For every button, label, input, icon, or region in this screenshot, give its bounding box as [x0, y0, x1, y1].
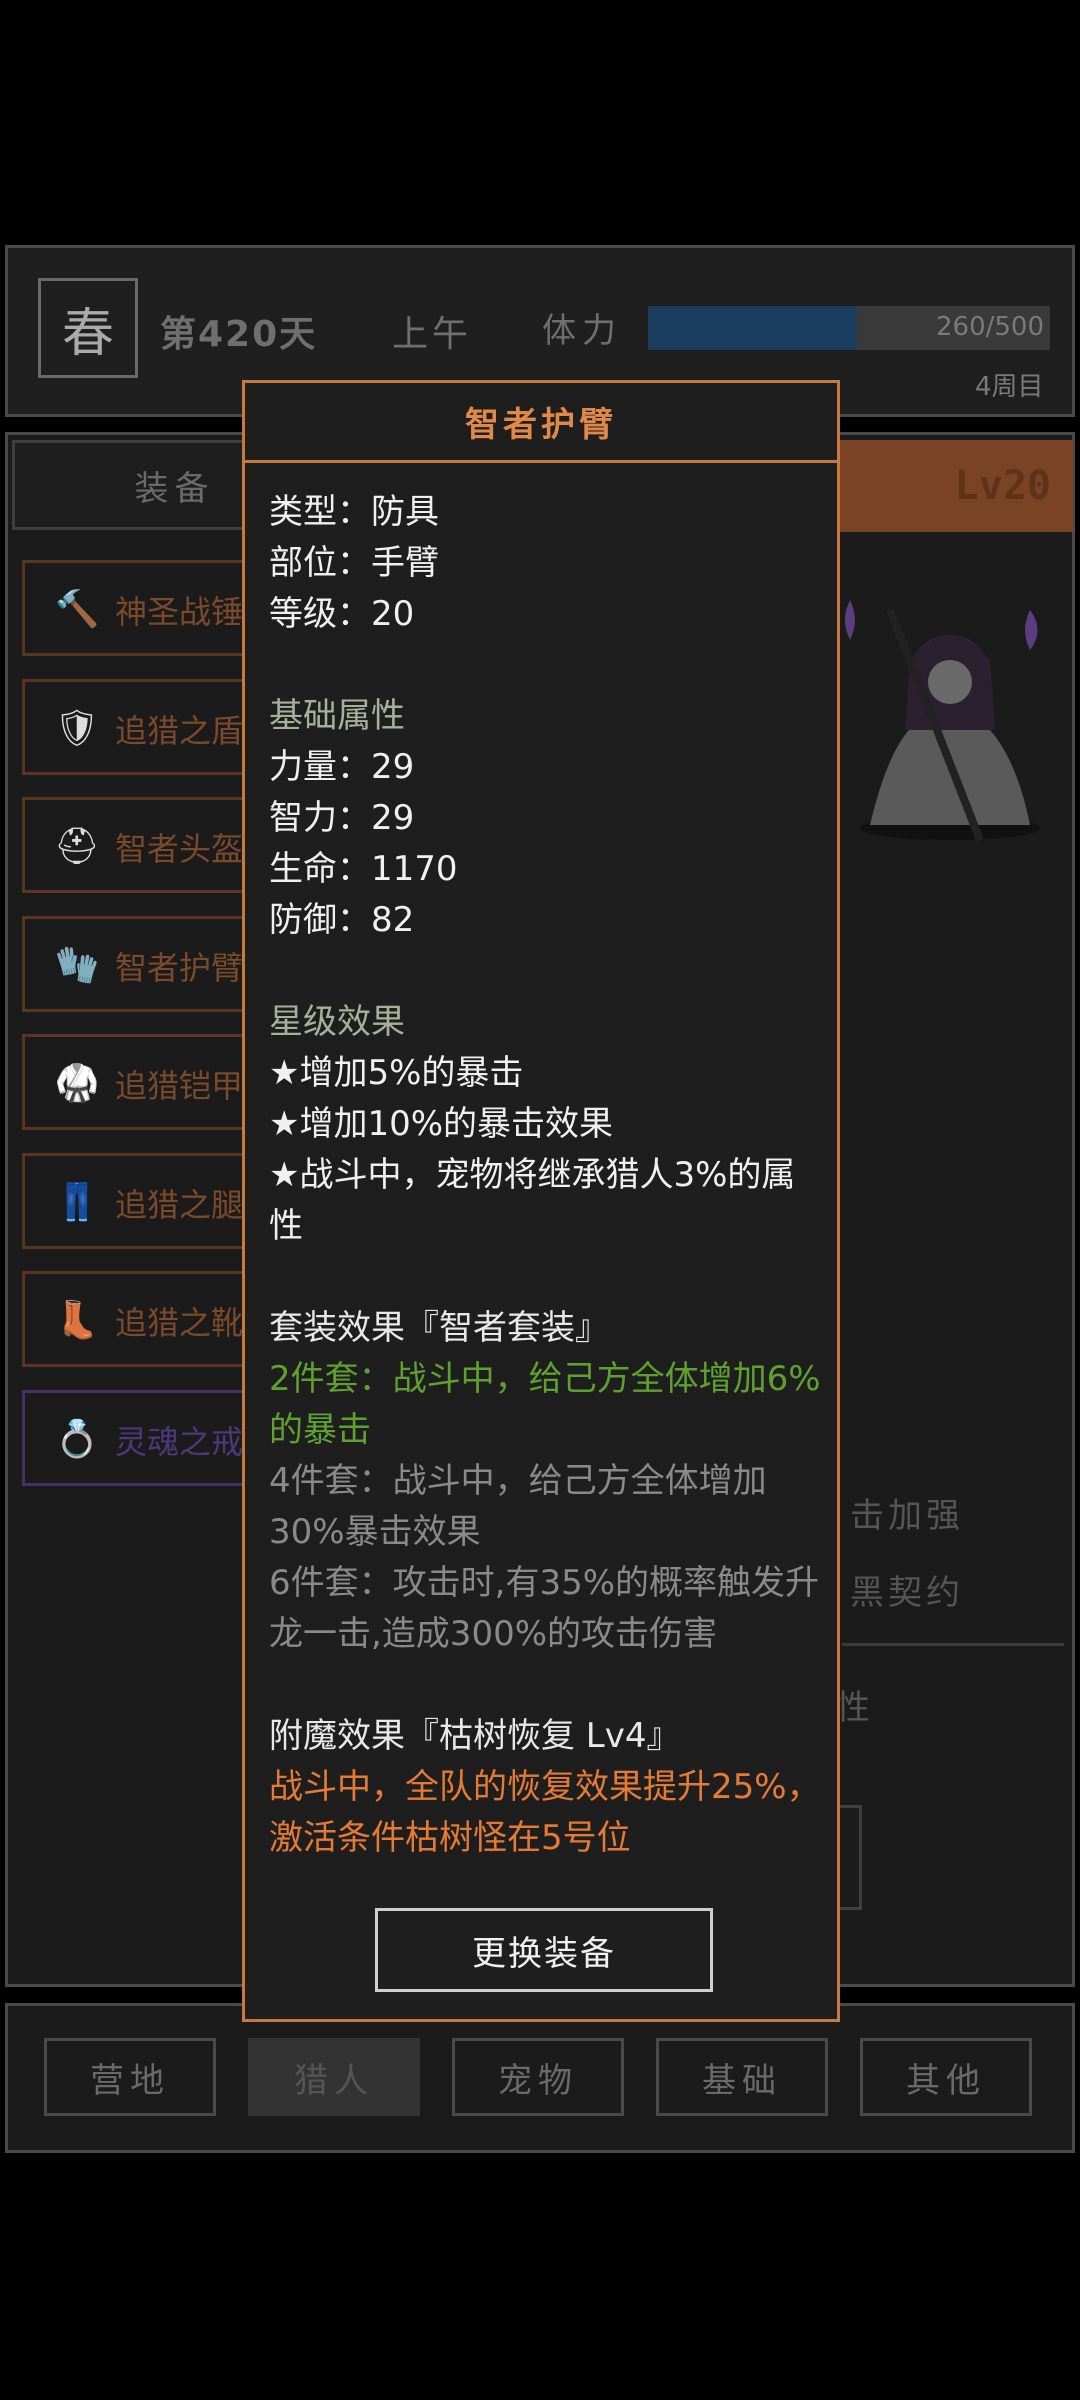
cycle-counter: 4周目	[975, 372, 1044, 402]
change-equipment-button[interactable]: 更换装备	[375, 1908, 713, 1992]
equipment-slot[interactable]: 👖 追猎之腿	[22, 1152, 247, 1249]
shield-icon: 🛡	[54, 707, 100, 749]
star-effect: ★增加5%的暴击	[269, 1053, 524, 1093]
helmet-icon: ⛑	[54, 826, 100, 867]
level-badge: Lv20	[838, 440, 1073, 532]
item-level: 等级：20	[269, 594, 415, 634]
stamina-value: 260/500	[935, 312, 1044, 342]
star-effect: ★增加10%的暴击效果	[269, 1104, 614, 1144]
stamina-bar-fill	[648, 306, 858, 350]
time-of-day: 上午	[392, 314, 473, 355]
equipment-slot[interactable]: 👢 追猎之靴	[22, 1271, 247, 1367]
stamina-label: 体力	[542, 311, 622, 351]
set-effects-header: 套装效果『智者套装』	[269, 1308, 609, 1348]
stat-defense: 防御：82	[269, 900, 415, 940]
day-counter: 第420天	[160, 314, 318, 355]
equipment-name: 灵魂之戒	[115, 1422, 244, 1461]
legs-icon: 👖	[54, 1181, 100, 1223]
nav-camp[interactable]: 营地	[44, 2038, 216, 2116]
base-stats-header: 基础属性	[269, 696, 405, 736]
star-effects-header: 星级效果	[269, 1002, 405, 1042]
attribute-label: 性	[836, 1688, 870, 1728]
set-bonus-2: 2件套：战斗中，给己方全体增加6%的暴击	[269, 1359, 821, 1450]
skill-label-dark-pact: 黑契约	[850, 1573, 964, 1613]
stamina-bar: 260/500	[648, 306, 1050, 350]
equipment-slot[interactable]: 🧤 智者护臂	[22, 915, 247, 1012]
equipment-slot[interactable]: 🥋 追猎铠甲	[22, 1034, 247, 1130]
equipment-slot[interactable]: 🔨 神圣战锤	[22, 560, 247, 656]
enchant-effect: 战斗中，全队的恢复效果提升25%，激活条件枯树怪在5号位	[269, 1767, 821, 1858]
boots-icon: 👢	[54, 1300, 100, 1341]
nav-pet[interactable]: 宠物	[452, 2038, 624, 2116]
nav-basic[interactable]: 基础	[656, 2038, 828, 2116]
set-bonus-4: 4件套：战斗中，给己方全体增加30%暴击效果	[269, 1461, 767, 1552]
item-detail-popup: 智者护臂 类型：防具 部位：手臂 等级：20 基础属性 力量：29 智力：29 …	[242, 380, 840, 2022]
season-indicator: 春	[38, 278, 138, 378]
skill-label-crit-boost: 击加强	[850, 1496, 964, 1536]
equipment-name: 追猎之靴	[115, 1304, 244, 1342]
stat-intelligence: 智力：29	[269, 798, 415, 838]
equipment-name: 追猎之盾	[115, 711, 244, 750]
hunter-portrait	[845, 600, 1040, 842]
divider	[842, 1643, 1064, 1646]
item-type: 类型：防具	[269, 492, 439, 532]
item-slot: 部位：手臂	[269, 543, 439, 583]
set-bonus-6: 6件套：攻击时,有35%的概率触发升龙一击,造成300%的攻击伤害	[269, 1563, 820, 1654]
star-effect: ★战斗中，宠物将继承猎人3%的属性	[269, 1155, 796, 1246]
equipment-name: 追猎之腿	[115, 1185, 244, 1224]
bracer-icon: 🧤	[54, 944, 100, 986]
ring-icon: 💍	[54, 1418, 100, 1460]
equipment-slot[interactable]: 💍 灵魂之戒	[22, 1389, 247, 1486]
hammer-icon: 🔨	[54, 589, 100, 630]
equipment-slot[interactable]: 🛡 追猎之盾	[22, 678, 247, 775]
equipment-slot[interactable]: ⛑ 智者头盔	[22, 797, 247, 893]
enchant-header: 附魔效果『枯树恢复 Lv4』	[269, 1716, 681, 1756]
item-details: 类型：防具 部位：手臂 等级：20 基础属性 力量：29 智力：29 生命：11…	[269, 487, 825, 1864]
equipment-name: 智者头盔	[115, 830, 244, 868]
stat-strength: 力量：29	[269, 747, 415, 787]
equipment-name: 智者护臂	[115, 948, 244, 987]
equipment-name: 神圣战锤	[115, 593, 244, 631]
equipment-name: 追猎铠甲	[115, 1067, 244, 1105]
nav-other[interactable]: 其他	[860, 2038, 1032, 2116]
armor-icon: 🥋	[54, 1063, 100, 1104]
stat-life: 生命：1170	[269, 849, 458, 889]
item-title: 智者护臂	[245, 383, 837, 463]
nav-hunter[interactable]: 猎人	[248, 2038, 420, 2116]
